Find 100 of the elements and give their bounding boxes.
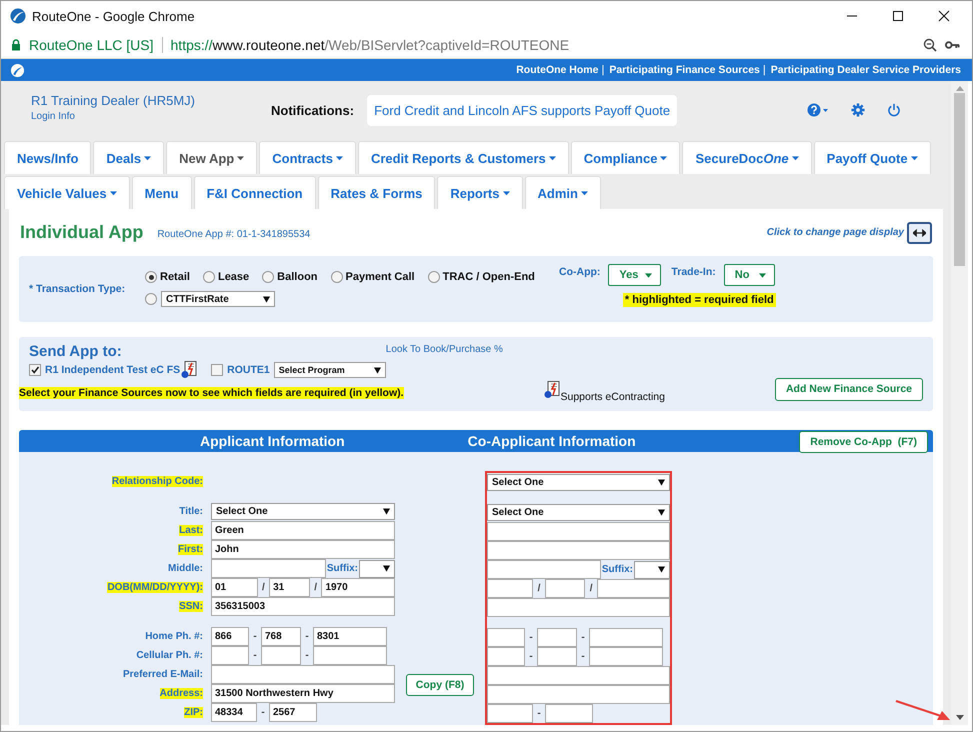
nav-tab[interactable]: Compliance [570,141,680,174]
input-field[interactable]: John [211,540,395,559]
input-field[interactable]: 8301 [313,627,387,646]
field-label: Suffix: [326,562,359,576]
input-field[interactable] [487,598,670,617]
nav-tab[interactable]: Contracts [259,141,356,174]
dropdown[interactable]: Select Program [274,362,386,378]
input-field[interactable] [487,579,534,598]
radio-button[interactable] [202,271,215,283]
copy-button[interactable]: Copy (F8) [406,674,474,696]
section-header: Co-Applicant Information [468,433,636,449]
input-field[interactable]: 356315003 [211,597,395,616]
link-separator: | [601,64,604,76]
dealer-name[interactable]: R1 Training Dealer (HR5MJ) [31,93,271,108]
scrollbar[interactable] [951,81,968,725]
power-icon[interactable] [887,103,901,117]
input-field[interactable] [537,647,577,666]
input-field[interactable] [211,646,249,665]
input-field[interactable] [537,628,577,647]
settings-icon[interactable] [851,103,865,117]
nav-tab[interactable]: New App [166,141,258,174]
input-field[interactable] [589,647,663,666]
login-info-link[interactable]: Login Info [31,111,271,122]
dropdown[interactable]: Select One [487,504,670,521]
zoom-out-icon[interactable] [923,38,937,52]
key-icon[interactable] [945,40,960,50]
input-field[interactable] [487,685,670,704]
close-icon[interactable] [938,10,950,22]
input-field[interactable]: 31 [269,578,310,597]
input-field[interactable]: 866 [211,627,249,646]
nav-tab[interactable]: Payoff Quote [814,141,931,174]
field-label: SSN: [179,601,203,612]
routeone-logo-icon[interactable] [10,62,25,78]
checkbox[interactable] [29,364,41,376]
input-field[interactable] [589,628,663,647]
input-field[interactable] [487,704,533,723]
input-field[interactable] [487,522,670,541]
radio-button[interactable] [145,293,157,305]
top-link[interactable]: RouteOne Home [516,64,598,76]
scroll-thumb[interactable] [954,93,965,266]
input-field[interactable]: Green [211,521,395,540]
input-field[interactable] [544,579,586,598]
book-purchase-link[interactable]: Look To Book/Purchase % [386,344,503,355]
input-field[interactable] [487,541,670,560]
dropdown[interactable]: Select One [487,474,670,491]
dropdown[interactable]: Yes [608,264,662,286]
dropdown[interactable]: CTTFirstRate [161,291,275,307]
separator-text: - [580,631,586,645]
nav-tab[interactable]: Menu [132,176,192,209]
dropdown[interactable]: No [724,264,775,286]
nav-tab[interactable]: F&I Connection [194,176,316,209]
input-field[interactable] [545,704,593,723]
input-field[interactable] [596,579,670,598]
econtract-legend: Supports eContracting [560,391,665,403]
url-text[interactable]: https://www.routeone.net/Web/BIServlet?captiveId=ROUTEONE [170,36,570,52]
input-field[interactable]: 01 [211,578,258,597]
add-finance-source-button[interactable]: Add New Finance Source [774,378,923,400]
radio-button[interactable] [428,271,440,283]
scroll-up-icon[interactable] [956,86,964,91]
radio-button[interactable] [262,271,274,283]
input-field[interactable]: 48334 [211,703,257,722]
field-label: * Transaction Type: [29,283,126,295]
input-field[interactable] [313,646,387,665]
input-field[interactable] [487,647,525,666]
input-field[interactable]: 31500 Northwestern Hwy [211,684,395,703]
nav-tab[interactable]: SecureDocOne [682,141,812,174]
input-field[interactable]: 768 [261,627,301,646]
scroll-down-icon[interactable] [956,715,964,720]
dropdown[interactable]: Select One [211,503,395,520]
notification-message[interactable]: Ford Credit and Lincoln AFS supports Payoff Quote [367,94,678,126]
nav-tab[interactable]: Vehicle Values [4,176,130,209]
nav-tab[interactable]: Deals [93,141,164,174]
input-field[interactable] [211,559,326,578]
input-field[interactable] [487,666,670,685]
checkbox[interactable] [211,364,224,376]
input-field[interactable] [211,665,395,684]
nav-tab[interactable]: News/Info [4,141,92,174]
double-arrow-icon [913,228,926,236]
page-title: Individual App [20,222,144,243]
top-link[interactable]: Participating Finance Sources [609,64,760,76]
remove-co-app-button[interactable]: Remove Co-App (F7) [799,430,928,452]
input-field[interactable] [487,628,525,647]
input-field[interactable] [487,560,601,579]
dropdown[interactable] [359,560,395,578]
nav-tab[interactable]: Rates & Forms [318,176,436,209]
input-field[interactable]: 1970 [321,578,395,597]
top-link[interactable]: Participating Dealer Service Providers [770,64,961,76]
nav-tab[interactable]: Reports [437,176,522,209]
nav-tab[interactable]: Admin [524,176,601,209]
display-toggle-button[interactable] [907,222,932,244]
maximize-icon[interactable] [892,10,904,22]
input-field[interactable]: 2567 [269,703,317,722]
input-field[interactable] [261,646,301,665]
nav-tab[interactable]: Credit Reports & Customers [358,141,569,174]
field-label: Middle: [168,563,203,574]
radio-button[interactable] [330,271,343,283]
separator-text: - [536,707,542,721]
help-dropdown-icon[interactable] [807,103,829,117]
radio-button[interactable] [145,271,157,283]
dropdown[interactable] [634,560,670,578]
